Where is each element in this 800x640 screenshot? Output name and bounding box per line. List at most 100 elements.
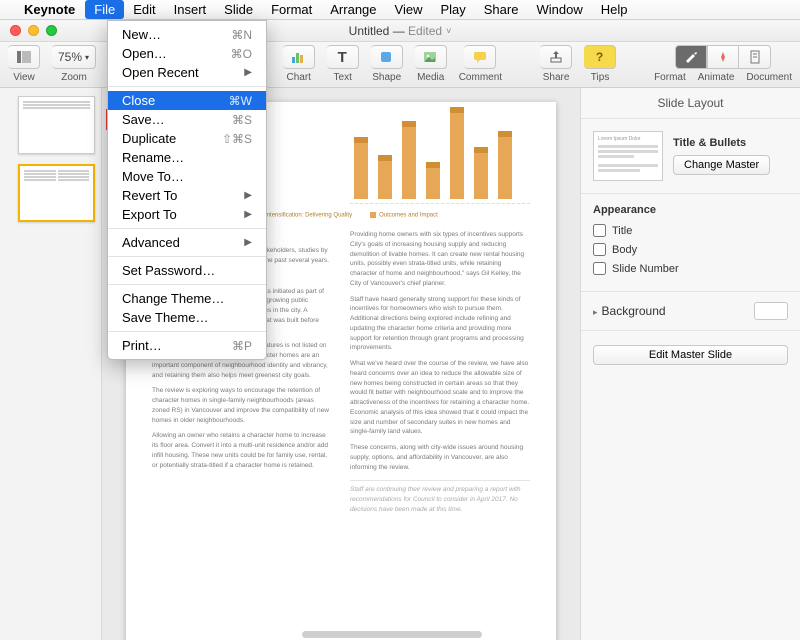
text-button[interactable]: T — [327, 45, 359, 69]
slide-thumbnail-1[interactable] — [18, 96, 95, 154]
body-text: These concerns, along with city-wide iss… — [350, 443, 530, 472]
file-menu-dropdown: New…⌘NOpen…⌘OOpen Recent▶Close⌘WSave…⌘SD… — [107, 20, 267, 360]
close-window-button[interactable] — [10, 25, 21, 36]
submenu-arrow-icon: ▶ — [244, 190, 252, 201]
chart-bar — [402, 127, 416, 198]
body-text: Providing home owners with six types of … — [350, 230, 530, 289]
body-checkbox-row[interactable]: Body — [593, 243, 788, 256]
menu-item-shortcut: ⌘S — [232, 113, 252, 127]
shape-button[interactable] — [371, 45, 403, 69]
minimize-window-button[interactable] — [28, 25, 39, 36]
slide-thumbnail-2[interactable] — [18, 164, 95, 222]
title-checkbox-row[interactable]: Title — [593, 224, 788, 237]
submenu-arrow-icon: ▶ — [244, 237, 252, 248]
menu-item-shortcut: ⌘N — [231, 28, 252, 42]
file-menu-item-change-theme[interactable]: Change Theme… — [108, 289, 266, 308]
menu-item-label: Print… — [122, 338, 162, 353]
disclosure-triangle-icon[interactable]: ▸ — [593, 307, 598, 317]
menu-item-label: Rename… — [122, 150, 184, 165]
menu-item-shortcut: ⌘P — [232, 339, 252, 353]
body-column-right: Providing home owners with six types of … — [350, 230, 530, 521]
zoom-window-button[interactable] — [46, 25, 57, 36]
menu-item-label: Move To… — [122, 169, 184, 184]
menu-help[interactable]: Help — [592, 0, 637, 19]
menu-file[interactable]: File — [85, 0, 124, 19]
zoom-selector[interactable]: 75%▾ — [52, 45, 96, 69]
tips-button[interactable]: ? — [584, 45, 616, 69]
zoom-label: Zoom — [61, 72, 87, 83]
chart-bar — [450, 113, 464, 199]
document-label: Document — [746, 72, 792, 83]
slidenum-checkbox[interactable] — [593, 262, 606, 275]
file-menu-item-save-theme[interactable]: Save Theme… — [108, 308, 266, 327]
chart-bar — [378, 161, 392, 199]
document-title: Untitled — [349, 24, 390, 38]
menu-play[interactable]: Play — [431, 0, 474, 19]
file-menu-item-save[interactable]: Save…⌘S — [108, 110, 266, 129]
file-menu-item-open-recent[interactable]: Open Recent ▶ — [108, 63, 266, 82]
title-checkbox-label: Title — [612, 225, 632, 237]
body-text: What we've heard over the course of the … — [350, 359, 530, 437]
tips-label: Tips — [591, 72, 610, 83]
file-menu-item-new[interactable]: New…⌘N — [108, 25, 266, 44]
animate-inspector-button[interactable] — [707, 45, 739, 69]
file-menu-item-duplicate[interactable]: Duplicate ⇧⌘S — [108, 129, 266, 148]
share-button[interactable] — [540, 45, 572, 69]
appearance-heading: Appearance — [593, 204, 788, 216]
document-inspector-button[interactable] — [739, 45, 771, 69]
menu-format[interactable]: Format — [262, 0, 321, 19]
title-checkbox[interactable] — [593, 224, 606, 237]
view-button[interactable] — [8, 45, 40, 69]
legend-item: Outcomes and Impact — [370, 212, 438, 219]
menu-insert[interactable]: Insert — [165, 0, 216, 19]
view-label: View — [13, 72, 35, 83]
body-checkbox[interactable] — [593, 243, 606, 256]
background-color-swatch[interactable] — [754, 302, 788, 320]
file-menu-item-set-password[interactable]: Set Password… — [108, 261, 266, 280]
file-menu-item-export-to[interactable]: Export To▶ — [108, 205, 266, 224]
horizontal-scrollbar[interactable] — [302, 631, 482, 638]
media-button[interactable] — [415, 45, 447, 69]
menu-slide[interactable]: Slide — [215, 0, 262, 19]
edit-master-slide-button[interactable]: Edit Master Slide — [593, 345, 788, 365]
inspector-title: Slide Layout — [581, 88, 800, 119]
file-menu-item-advanced[interactable]: Advanced ▶ — [108, 233, 266, 252]
title-chevron-icon[interactable]: ˅ — [446, 26, 451, 36]
menu-item-label: Set Password… — [122, 263, 215, 278]
shape-label: Shape — [372, 72, 401, 83]
file-menu-item-move-to[interactable]: Move To… — [108, 167, 266, 186]
submenu-arrow-icon: ▶ — [244, 67, 252, 78]
menu-item-label: Advanced — [122, 235, 180, 250]
background-row[interactable]: ▸ Background — [581, 292, 800, 331]
menu-item-label: Close — [122, 93, 155, 108]
slide-navigator: 1 2 — [0, 88, 102, 640]
menu-edit[interactable]: Edit — [124, 0, 164, 19]
slidenum-checkbox-row[interactable]: Slide Number — [593, 262, 788, 275]
format-inspector-button[interactable] — [675, 45, 707, 69]
file-menu-item-rename[interactable]: Rename… — [108, 148, 266, 167]
file-menu-item-close[interactable]: Close ⌘W — [108, 91, 266, 110]
master-thumb-title: Lorem Ipsum Dolor — [598, 136, 658, 142]
menu-item-label: Revert To — [122, 188, 177, 203]
background-label: Background — [602, 304, 666, 318]
menu-item-label: Duplicate — [122, 131, 176, 146]
file-menu-item-print[interactable]: Print… ⌘P — [108, 336, 266, 355]
app-name[interactable]: Keynote — [24, 2, 75, 17]
menu-item-label: Open Recent — [122, 65, 199, 80]
chart-button[interactable] — [283, 45, 315, 69]
menu-item-shortcut: ⌘W — [229, 94, 252, 108]
body-text: Allowing an owner who retains a characte… — [152, 431, 332, 470]
share-label: Share — [543, 72, 570, 83]
comment-button[interactable] — [464, 45, 496, 69]
menu-window[interactable]: Window — [527, 0, 591, 19]
chart-label: Chart — [286, 72, 310, 83]
change-master-button[interactable]: Change Master — [673, 155, 770, 175]
file-menu-item-revert-to[interactable]: Revert To ▶ — [108, 186, 266, 205]
file-menu-item-open[interactable]: Open…⌘O — [108, 44, 266, 63]
menu-view[interactable]: View — [386, 0, 432, 19]
menu-item-shortcut: ⇧⌘S — [222, 132, 252, 146]
menu-arrange[interactable]: Arrange — [321, 0, 385, 19]
zoom-value: 75% — [58, 50, 82, 64]
menu-share[interactable]: Share — [475, 0, 528, 19]
comment-label: Comment — [459, 72, 502, 83]
